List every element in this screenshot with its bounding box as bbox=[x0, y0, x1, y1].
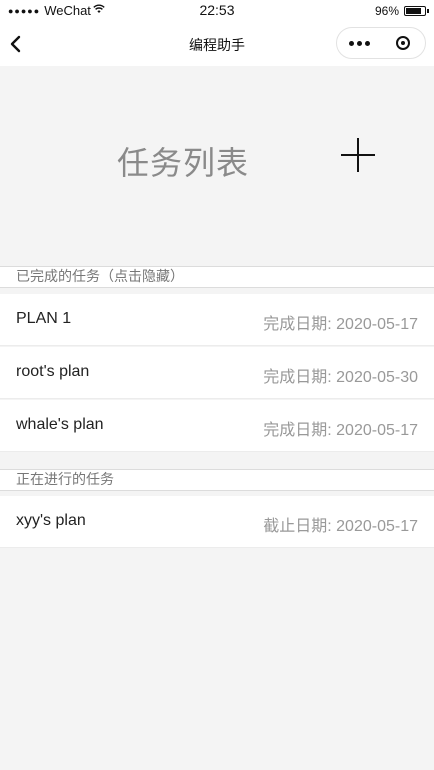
task-name: whale's plan bbox=[16, 416, 104, 433]
task-date: 完成日期: 2020-05-17 bbox=[263, 316, 418, 333]
status-time: 22:53 bbox=[199, 2, 235, 18]
task-name: PLAN 1 bbox=[16, 310, 72, 327]
task-row[interactable]: xyy's plan 截止日期: 2020-05-17 bbox=[0, 496, 434, 548]
in-progress-section-header: 正在进行的任务 bbox=[0, 469, 434, 491]
task-row[interactable]: PLAN 1 完成日期: 2020-05-17 bbox=[0, 294, 434, 346]
task-date: 截止日期: 2020-05-17 bbox=[263, 518, 418, 535]
nav-bar: 编程助手 bbox=[0, 22, 434, 66]
battery-percent: 96% bbox=[374, 4, 399, 18]
task-name: xyy's plan bbox=[16, 512, 86, 529]
close-miniprogram-icon[interactable] bbox=[381, 28, 425, 58]
capsule-menu bbox=[336, 27, 426, 59]
task-date: 完成日期: 2020-05-17 bbox=[263, 422, 418, 439]
task-row[interactable]: whale's plan 完成日期: 2020-05-17 bbox=[0, 400, 434, 452]
battery-icon bbox=[404, 6, 429, 16]
task-row[interactable]: root's plan 完成日期: 2020-05-30 bbox=[0, 347, 434, 399]
battery-info: 96% bbox=[374, 4, 429, 18]
page-title: 任务列表 bbox=[117, 144, 250, 182]
header-area: 任务列表 bbox=[0, 66, 434, 266]
task-date: 完成日期: 2020-05-30 bbox=[263, 369, 418, 386]
status-bar: ●●●●● WeChat 22:53 96% bbox=[0, 0, 434, 22]
add-task-button[interactable] bbox=[338, 136, 378, 176]
task-name: root's plan bbox=[16, 363, 90, 380]
completed-section-header[interactable]: 已完成的任务（点击隐藏） bbox=[0, 266, 434, 288]
more-icon[interactable] bbox=[337, 28, 381, 58]
